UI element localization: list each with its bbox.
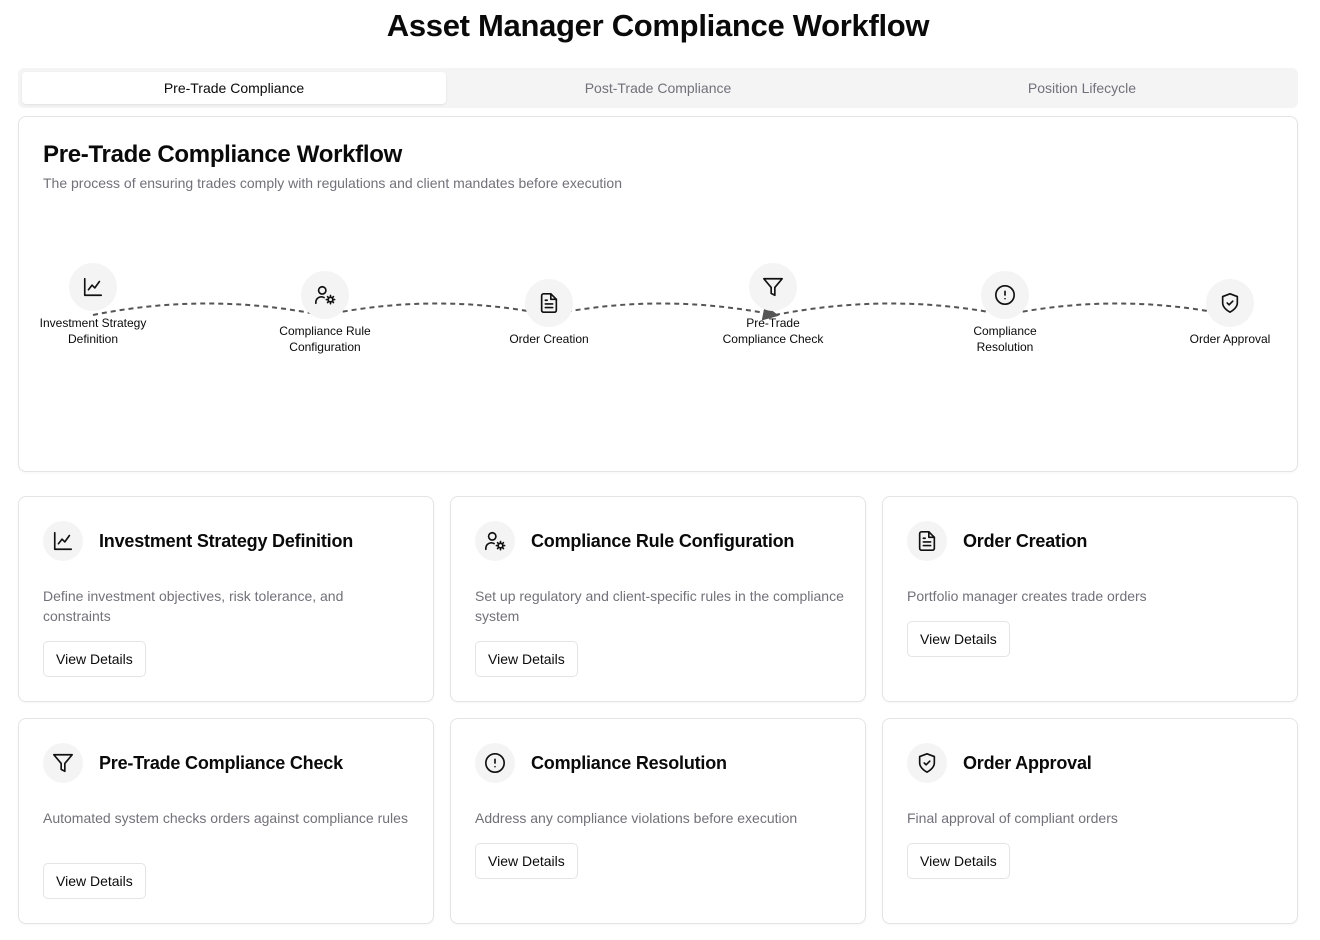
card-title: Investment Strategy Definition [99, 530, 354, 551]
workflow-step-order-approval[interactable]: Order Approval [1170, 279, 1290, 347]
card-title: Compliance Rule Configuration [531, 530, 795, 551]
workflow-card: Pre-Trade Compliance Workflow The proces… [18, 116, 1298, 472]
workflow-step-label: Order Approval [1189, 332, 1271, 346]
card-description: Automated system checks orders against c… [43, 810, 408, 826]
workflow-step-label: Investment Strategy Definition [39, 316, 147, 346]
card-description: Define investment objectives, risk toler… [43, 588, 344, 624]
view-details-button[interactable]: View Details [907, 843, 1010, 879]
card-header: Order Approval [907, 743, 1092, 783]
card-header: Investment Strategy Definition [43, 521, 353, 561]
workflow-step-pre-trade-check[interactable]: Pre-Trade Compliance Check [713, 263, 833, 347]
card-icon-wrap [907, 743, 947, 783]
file-text-icon [918, 531, 936, 551]
card-order-approval: Order Approval Final approval of complia… [882, 718, 1298, 924]
chart-line-icon [83, 277, 103, 297]
card-header: Compliance Resolution [475, 743, 727, 783]
workflow-step-circle[interactable] [1206, 279, 1254, 327]
card-icon-wrap [907, 521, 947, 561]
user-cog-icon [485, 531, 506, 551]
workflow-step-order-creation[interactable]: Order Creation [489, 279, 609, 347]
card-icon-wrap [475, 521, 515, 561]
shield-check-icon [918, 753, 936, 773]
card-icon-wrap [43, 521, 83, 561]
card-description: Set up regulatory and client-specific ru… [475, 588, 844, 624]
card-pre-trade-check: Pre-Trade Compliance Check Automated sys… [18, 718, 434, 924]
card-title: Pre-Trade Compliance Check [99, 752, 343, 773]
workflow-step-label: Order Creation [509, 332, 589, 346]
workflow-step-circle[interactable] [69, 263, 117, 311]
workflow-step-investment-strategy[interactable]: Investment Strategy Definition [33, 263, 153, 347]
tab-list: Pre-Trade Compliance Post-Trade Complian… [18, 68, 1298, 108]
card-order-creation: Order Creation Portfolio manager creates… [882, 496, 1298, 702]
card-header: Pre-Trade Compliance Check [43, 743, 343, 783]
card-title: Compliance Resolution [531, 752, 727, 773]
workflow-step-circle[interactable] [981, 271, 1029, 319]
chart-line-icon [53, 531, 73, 551]
tab-position-lifecycle[interactable]: Position Lifecycle [870, 72, 1294, 104]
alert-circle-icon [485, 753, 505, 773]
tab-pre-trade-compliance[interactable]: Pre-Trade Compliance [22, 72, 446, 104]
card-description: Portfolio manager creates trade orders [907, 588, 1147, 604]
view-details-button[interactable]: View Details [43, 641, 146, 677]
card-compliance-resolution: Compliance Resolution Address any compli… [450, 718, 866, 924]
workflow-step-label: Compliance Resolution [973, 324, 1037, 354]
workflow-connectors [92, 302, 1230, 321]
workflow-step-compliance-rule[interactable]: Compliance Rule Configuration [265, 271, 385, 355]
card-header: Compliance Rule Configuration [475, 521, 794, 561]
tab-post-trade-compliance[interactable]: Post-Trade Compliance [446, 72, 870, 104]
alert-circle-icon [995, 285, 1015, 305]
card-compliance-rule: Compliance Rule Configuration Set up reg… [450, 496, 866, 702]
card-investment-strategy: Investment Strategy Definition Define in… [18, 496, 434, 702]
card-icon-wrap [475, 743, 515, 783]
view-details-button[interactable]: View Details [475, 641, 578, 677]
page-title: Asset Manager Compliance Workflow [386, 8, 930, 43]
card-header: Order Creation [907, 521, 1087, 561]
filter-icon [763, 277, 783, 297]
card-title: Order Creation [963, 530, 1088, 551]
card-icon-wrap [43, 743, 83, 783]
card-description: Final approval of compliant orders [907, 810, 1118, 826]
workflow-step-label: Pre-Trade Compliance Check [722, 316, 824, 346]
workflow-step-circle[interactable] [749, 263, 797, 311]
card-description: Address any compliance violations before… [475, 810, 798, 826]
card-title: Order Approval [963, 752, 1092, 773]
workflow-step-circle[interactable] [301, 271, 349, 319]
workflow-step-label: Compliance Rule Configuration [279, 324, 371, 354]
workflow-step-compliance-resolution[interactable]: Compliance Resolution [945, 271, 1065, 355]
shield-check-icon [1221, 293, 1239, 313]
user-cog-icon [315, 285, 336, 305]
view-details-button[interactable]: View Details [43, 863, 146, 899]
view-details-button[interactable]: View Details [475, 843, 578, 879]
view-details-button[interactable]: View Details [907, 621, 1010, 657]
file-text-icon [540, 293, 558, 313]
workflow-step-circle[interactable] [525, 279, 573, 327]
filter-icon [53, 753, 73, 773]
